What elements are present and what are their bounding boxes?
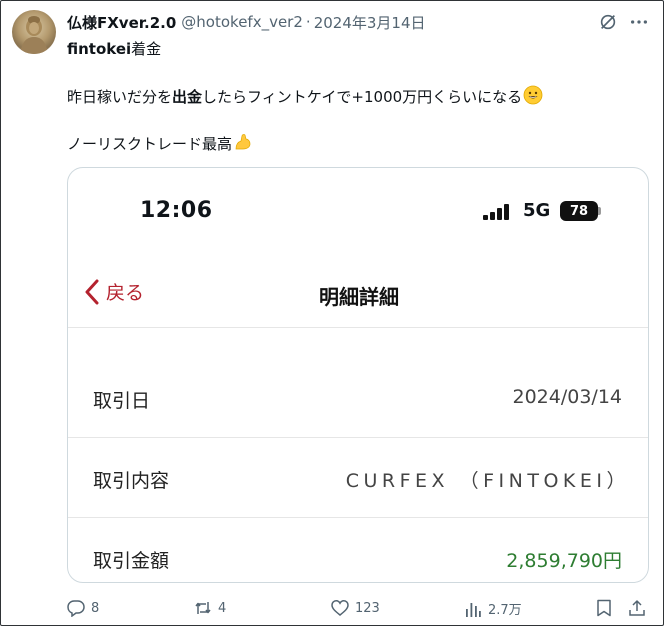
row-label: 取引日 xyxy=(93,390,151,412)
detail-row-amount: 取引金額 2,859,790円 xyxy=(68,518,648,582)
avatar[interactable] xyxy=(12,10,56,54)
bookmark-button[interactable] xyxy=(595,599,613,617)
grok-button[interactable] xyxy=(597,11,619,33)
reply-icon xyxy=(67,600,85,617)
row-value: 2024/03/14 xyxy=(512,386,622,408)
grinning-face-emoji-icon xyxy=(523,85,543,105)
retweet-count: 4 xyxy=(218,600,227,616)
row-value: 2,859,790円 xyxy=(506,550,622,572)
section-spacer xyxy=(68,328,648,358)
separator: · xyxy=(305,13,311,31)
views-button[interactable]: 2.7万 xyxy=(464,599,522,618)
network-type: 5G xyxy=(523,200,551,221)
tweet-header: 仏様FXver.2.0 @hotokefx_ver2 · 2024年3月14日 xyxy=(67,11,426,33)
row-label: 取引内容 xyxy=(93,470,170,492)
row-value: CURFEX （FINTOKEI） xyxy=(345,470,630,492)
detail-row-content: 取引内容 CURFEX （FINTOKEI） xyxy=(68,438,648,518)
status-bar: 12:06 5G 78 xyxy=(68,168,648,248)
heart-icon xyxy=(331,600,349,616)
battery-level: 78 xyxy=(569,203,589,219)
reply-button[interactable]: 8 xyxy=(67,599,99,617)
nav-bar: 戻る 明細詳細 xyxy=(68,248,648,328)
attached-screenshot[interactable]: 12:06 5G 78 戻る 明細詳細 取引日 2024/03/14 取引内容 … xyxy=(67,167,649,583)
share-button[interactable] xyxy=(628,599,646,617)
tweet-text-line1: fintokei着金 xyxy=(67,38,161,59)
tweet-container: 仏様FXver.2.0 @hotokefx_ver2 · 2024年3月14日 … xyxy=(0,0,664,626)
tweet-text: 着金 xyxy=(131,40,162,58)
status-time: 12:06 xyxy=(140,198,213,223)
tweet-text-line2: 昨日稼いだ分を出金したらフィントケイで+1000万円くらいになる xyxy=(67,85,543,107)
tweet-text: 昨日稼いだ分を xyxy=(67,88,173,106)
more-icon xyxy=(631,20,647,24)
action-bar: 8 4 123 2.7万 xyxy=(67,599,657,621)
bookmark-icon xyxy=(597,599,611,617)
flexed-biceps-emoji-icon xyxy=(235,134,251,150)
like-button[interactable]: 123 xyxy=(331,599,380,617)
view-count: 2.7万 xyxy=(488,603,522,618)
tweet-bold-word: 出金 xyxy=(172,88,203,106)
like-count: 123 xyxy=(355,600,380,616)
tweet-date[interactable]: 2024年3月14日 xyxy=(314,12,426,33)
detail-row-date: 取引日 2024/03/14 xyxy=(68,358,648,438)
tweet-text: したらフィントケイで+1000万円くらいになる xyxy=(202,88,523,106)
views-chart-icon xyxy=(466,602,481,617)
reply-count: 8 xyxy=(91,600,100,616)
battery-tip xyxy=(598,207,601,215)
author-handle[interactable]: @hotokefx_ver2 xyxy=(181,13,303,31)
cellular-signal-icon xyxy=(483,204,509,220)
buddha-avatar-icon xyxy=(20,16,48,54)
tweet-text: ノーリスクトレード最高 xyxy=(67,135,233,153)
author-name[interactable]: 仏様FXver.2.0 xyxy=(67,12,176,33)
retweet-button[interactable]: 4 xyxy=(194,599,226,617)
more-button[interactable] xyxy=(628,11,650,33)
row-label: 取引金額 xyxy=(93,550,170,572)
share-icon xyxy=(629,600,645,616)
retweet-icon xyxy=(195,602,211,614)
battery-icon: 78 xyxy=(560,201,598,221)
tweet-text-line3: ノーリスクトレード最高 xyxy=(67,132,253,154)
grok-icon xyxy=(600,14,616,30)
tweet-bold-word: fintokei xyxy=(67,40,132,58)
page-title: 明細詳細 xyxy=(319,285,399,309)
